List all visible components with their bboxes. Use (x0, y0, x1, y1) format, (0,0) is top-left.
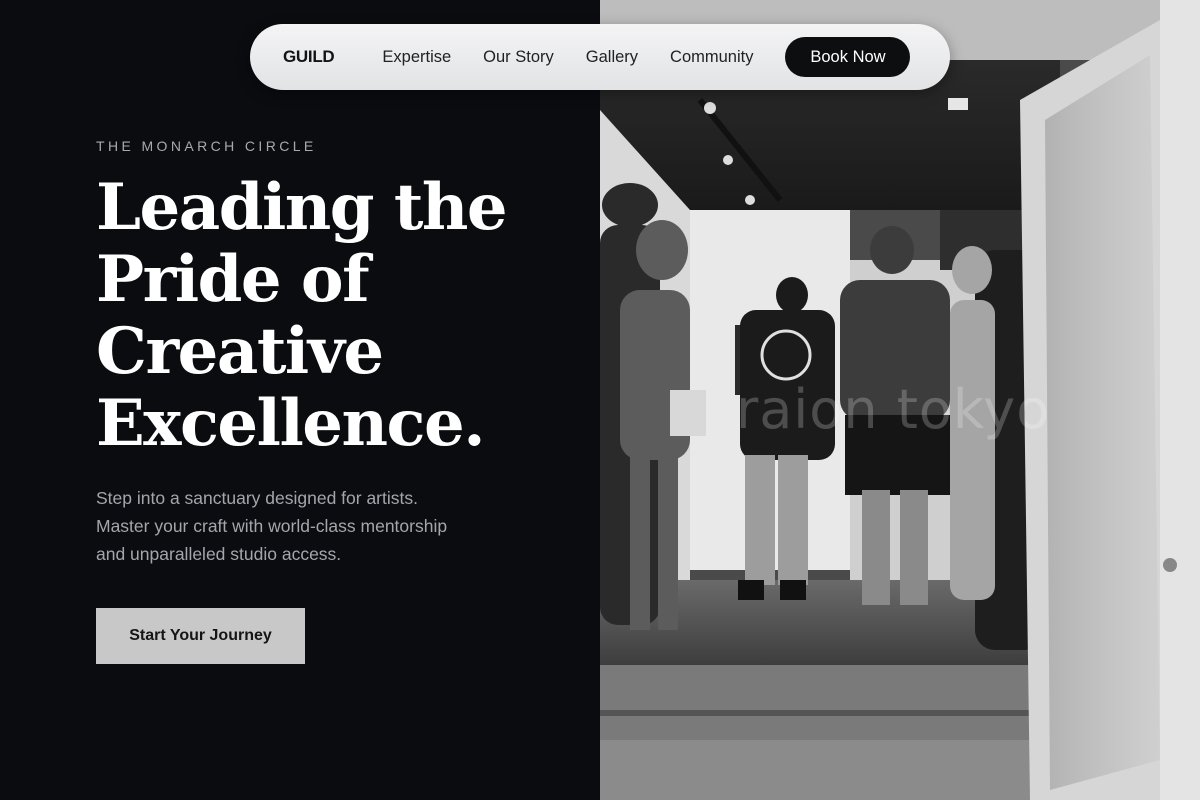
headline-line: Leading the (96, 170, 508, 245)
hero-headline: Leading the Pride of Creative Excellence… (96, 172, 566, 460)
nav-link-expertise[interactable]: Expertise (382, 48, 451, 67)
watermark-text: raion tokyo (736, 378, 1051, 441)
hero-eyebrow: THE MONARCH CIRCLE (96, 138, 317, 154)
subtext-line: and unparalleled studio access. (96, 544, 342, 564)
hero-subtext: Step into a sanctuary designed for artis… (96, 484, 516, 568)
book-now-button[interactable]: Book Now (785, 37, 911, 77)
subtext-line: Master your craft with world-class mento… (96, 516, 448, 536)
nav-link-gallery[interactable]: Gallery (586, 48, 638, 67)
brand-logo[interactable]: GUILD (283, 47, 335, 67)
start-journey-button[interactable]: Start Your Journey (96, 608, 305, 664)
headline-line: Pride of (96, 242, 370, 317)
hero-section: THE MONARCH CIRCLE Leading the Pride of … (0, 0, 600, 800)
headline-line: Creative (96, 314, 384, 389)
headline-line: Excellence. (96, 386, 485, 461)
top-nav: GUILD Expertise Our Story Gallery Commun… (250, 24, 950, 90)
nav-link-community[interactable]: Community (670, 48, 753, 67)
subtext-line: Step into a sanctuary designed for artis… (96, 488, 418, 508)
nav-link-our-story[interactable]: Our Story (483, 48, 554, 67)
